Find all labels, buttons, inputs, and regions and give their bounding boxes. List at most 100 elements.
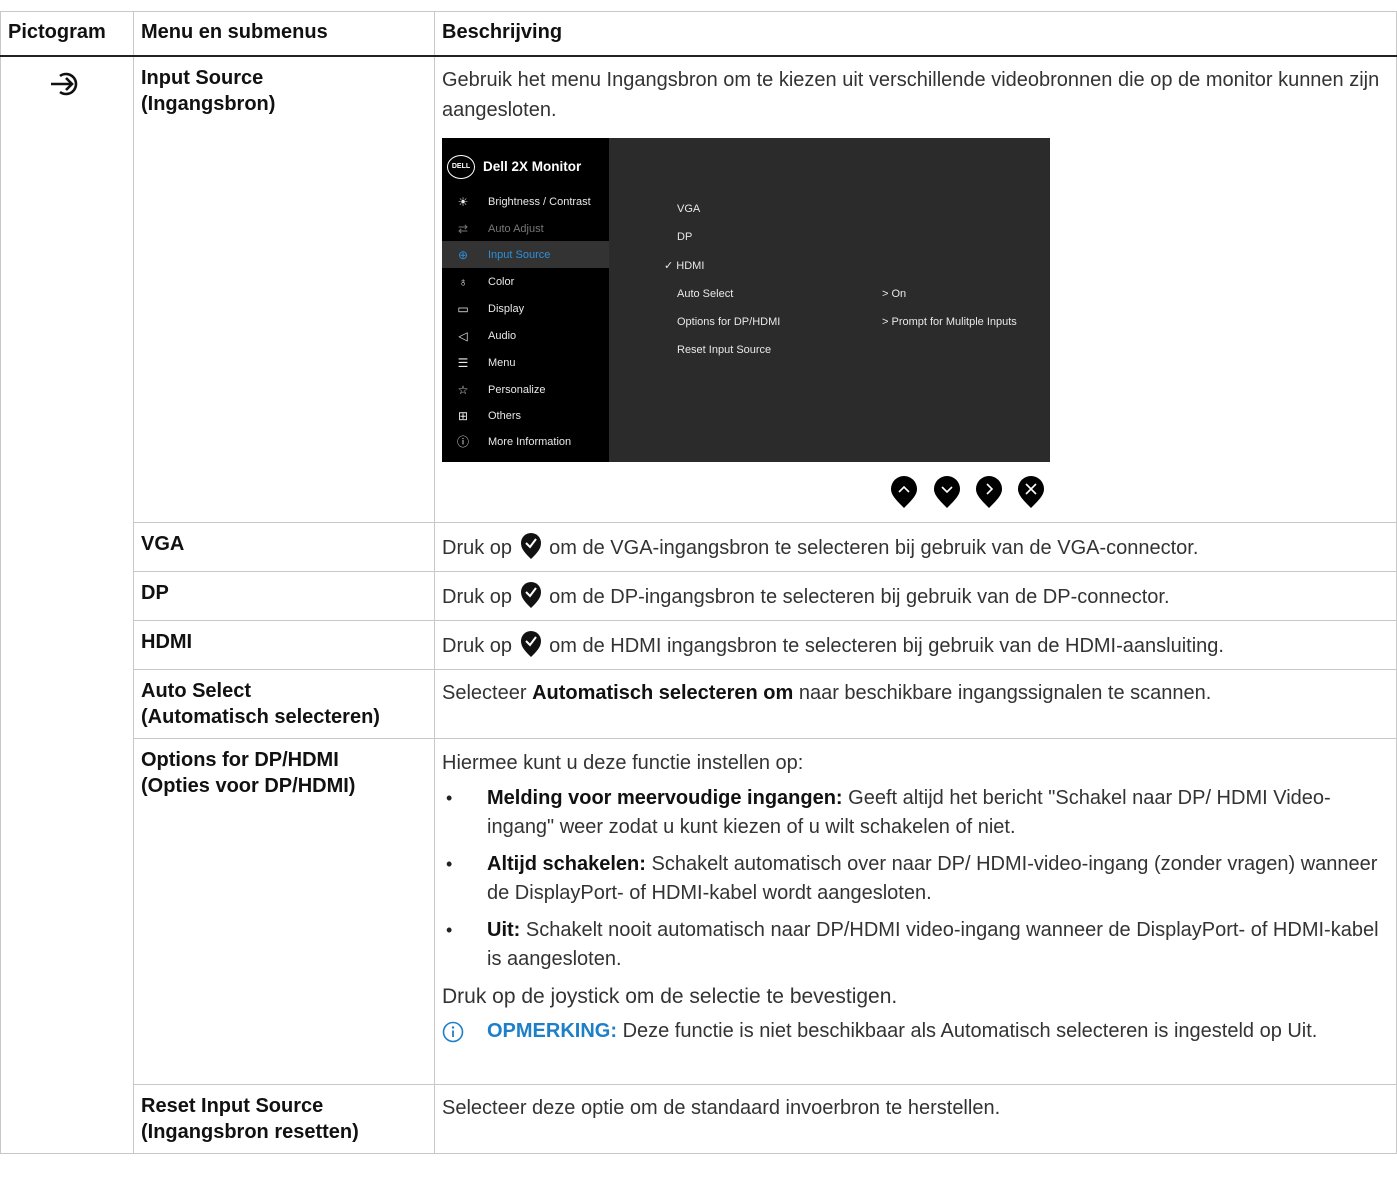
auto-select-bold: Automatisch selecteren om <box>532 682 794 704</box>
osd-item-input-source[interactable]: ⊕ Input Source <box>442 241 609 268</box>
options-intro: Hiermee kunt u deze functie instellen op… <box>442 752 804 774</box>
menu-cell-vga: VGA <box>133 522 435 572</box>
note: OPMERKING: Deze functie is niet beschikb… <box>442 1017 1389 1046</box>
table-row: Auto Select (Automatisch selecteren) Sel… <box>1 669 1397 739</box>
osd-item-label: Input Source <box>488 248 551 261</box>
menu-input-source-line1: Input Source <box>141 67 264 89</box>
osd-item-label: Color <box>488 275 515 288</box>
menu-cell-reset: Reset Input Source (Ingangsbron resetten… <box>133 1084 435 1154</box>
table-row: Options for DP/HDMI (Opties voor DP/HDMI… <box>1 738 1397 1085</box>
osd-header: DELL Dell 2X Monitor <box>447 152 581 182</box>
osd-value-auto-select: > On <box>882 288 907 300</box>
osd-item-more-information[interactable]: ⓘ More Information <box>442 428 609 455</box>
osd-title: Dell 2X Monitor <box>483 159 582 174</box>
osd-item-label: Brightness / Contrast <box>488 195 591 208</box>
dp-pre: Druk op <box>442 586 513 608</box>
desc-cell-input-source: Gebruik het menu Ingangsbron om te kieze… <box>434 55 1397 523</box>
joystick-buttons <box>442 462 1050 514</box>
menu-cell-auto-select: Auto Select (Automatisch selecteren) <box>133 669 435 739</box>
auto-select-pre: Selecteer <box>442 682 527 704</box>
osd-item-personalize[interactable]: ☆ Personalize <box>442 376 609 403</box>
osd-item-display[interactable]: ▭ Display <box>442 295 609 322</box>
auto-select-line1: Auto Select <box>141 680 252 702</box>
list-item: Melding voor meervoudige ingangen: Geeft… <box>442 784 1389 842</box>
table-header-row: Pictogram Menu en submenus Beschrijving <box>0 11 1397 57</box>
down-button-icon[interactable] <box>933 476 961 510</box>
dell-logo: DELL <box>447 155 475 179</box>
osd-item-label: More Information <box>488 435 572 448</box>
desc-cell-hdmi: Druk op om de HDMI ingangsbron te select… <box>434 620 1397 670</box>
desc-cell-auto-select: Selecteer Automatisch selecteren om naar… <box>434 669 1397 739</box>
close-button-icon[interactable] <box>1017 476 1045 510</box>
list-item: Uit: Schakelt nooit automatisch naar DP/… <box>442 916 1389 974</box>
option-bold: Altijd schakelen: <box>487 853 646 875</box>
osd-item-menu[interactable]: ☰ Menu <box>442 349 609 376</box>
table-row: Input Source (Ingangsbron) Gebruik het m… <box>0 55 1397 1154</box>
desc-cell-vga: Druk op om de VGA-ingangsbron te selecte… <box>434 522 1397 572</box>
menu-icon: ☰ <box>457 355 469 370</box>
auto-select-post: naar beschikbare ingangssignalen te scan… <box>798 682 1212 704</box>
osd-item-color[interactable]: ♁ Color <box>442 268 609 295</box>
osd-item-others[interactable]: ⊞ Others <box>442 402 609 429</box>
osd-item-audio[interactable]: ◁ Audio <box>442 322 609 349</box>
note-label: OPMERKING: <box>487 1020 617 1042</box>
osd-item-label: Menu <box>488 356 516 369</box>
osd-sidebar: DELL Dell 2X Monitor ☀ Brightness / Cont… <box>442 138 609 462</box>
table-row: DP Druk op om de DP-ingangsbron te selec… <box>1 571 1397 621</box>
osd-option-hdmi[interactable]: ✓ HDMI <box>664 251 704 281</box>
info-icon <box>442 1021 464 1043</box>
right-button-icon[interactable] <box>975 476 1003 510</box>
osd-option-options-dp-hdmi[interactable]: Options for DP/HDMI <box>677 307 780 337</box>
osd-item-brightness[interactable]: ☀ Brightness / Contrast <box>442 188 609 215</box>
audio-icon: ◁ <box>458 328 468 343</box>
osd-option-hdmi-label: HDMI <box>676 260 705 272</box>
check-icon: ✓ <box>664 260 674 272</box>
options-line1: Options for DP/HDMI <box>141 749 339 771</box>
input-source-icon: ⊕ <box>457 247 469 262</box>
osd-option-vga[interactable]: VGA <box>677 194 700 224</box>
desc-cell-dp: Druk op om de DP-ingangsbron te selecter… <box>434 571 1397 621</box>
pictogram-cell <box>0 55 134 1154</box>
color-icon: ♁ <box>458 274 468 289</box>
desc-cell-options: Hiermee kunt u deze functie instellen op… <box>434 738 1397 1085</box>
reset-line2: (Ingangsbron resetten) <box>141 1121 359 1143</box>
osd-option-auto-select[interactable]: Auto Select <box>677 279 733 309</box>
menu-cell-input-source: Input Source (Ingangsbron) <box>133 55 435 523</box>
osd-item-label: Display <box>488 302 525 315</box>
table-row: VGA Druk op om de VGA-ingangsbron te sel… <box>1 522 1397 572</box>
menu-cell-dp: DP <box>133 571 435 621</box>
osd-option-reset[interactable]: Reset Input Source <box>677 335 771 365</box>
brightness-icon: ☀ <box>457 194 469 209</box>
table-row: HDMI Druk op om de HDMI ingangsbron te s… <box>1 620 1397 670</box>
option-bold: Melding voor meervoudige ingangen: <box>487 787 843 809</box>
menu-table: Pictogram Menu en submenus Beschrijving … <box>0 11 1397 1154</box>
menu-cell-hdmi: HDMI <box>133 620 435 670</box>
table-row: Reset Input Source (Ingangsbron resetten… <box>1 1084 1397 1154</box>
select-check-icon <box>520 630 541 657</box>
vga-post: om de VGA-ingangsbron te selecteren bij … <box>549 537 1199 559</box>
select-check-icon <box>520 532 541 559</box>
osd-item-auto-adjust[interactable]: ⇄ Auto Adjust <box>442 215 609 242</box>
header-menu: Menu en submenus <box>133 11 435 57</box>
up-button-icon[interactable] <box>890 476 918 510</box>
options-line2: (Opties voor DP/HDMI) <box>141 775 356 797</box>
osd-screenshot: DELL Dell 2X Monitor ☀ Brightness / Cont… <box>442 138 1050 462</box>
input-source-icon <box>51 72 78 96</box>
option-text: Schakelt nooit automatisch naar DP/HDMI … <box>487 919 1379 970</box>
display-icon: ▭ <box>457 301 469 316</box>
info-icon: ⓘ <box>456 434 469 449</box>
menu-input-source-line2: (Ingangsbron) <box>141 93 276 115</box>
auto-select-line2: (Automatisch selecteren) <box>141 706 380 728</box>
header-pictogram: Pictogram <box>0 11 134 57</box>
note-text: Deze functie is niet beschikbaar als Aut… <box>622 1020 1318 1042</box>
vga-pre: Druk op <box>442 537 513 559</box>
hdmi-pre: Druk op <box>442 635 513 657</box>
dp-post: om de DP-ingangsbron te selecteren bij g… <box>549 586 1170 608</box>
menu-cell-options: Options for DP/HDMI (Opties voor DP/HDMI… <box>133 738 435 1085</box>
osd-value-options: > Prompt for Mulitple Inputs <box>882 316 1017 328</box>
list-item: Altijd schakelen: Schakelt automatisch o… <box>442 850 1389 908</box>
hdmi-post: om de HDMI ingangsbron te selecteren bij… <box>549 635 1224 657</box>
osd-option-dp[interactable]: DP <box>677 222 692 252</box>
select-check-icon <box>520 581 541 608</box>
options-list: Melding voor meervoudige ingangen: Geeft… <box>442 784 1389 974</box>
